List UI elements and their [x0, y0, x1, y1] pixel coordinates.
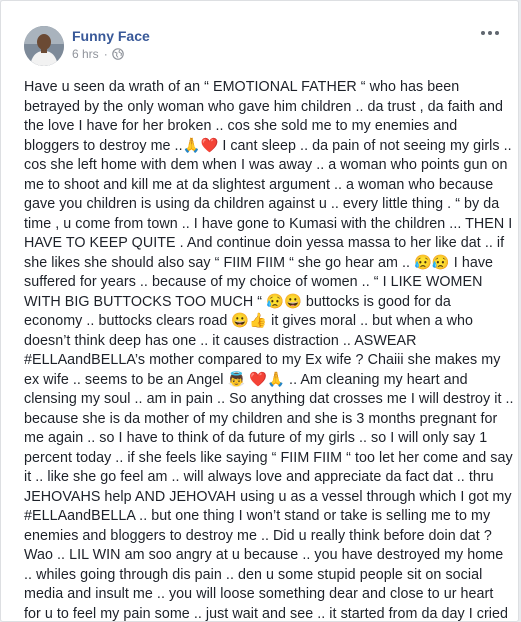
post-text-line: #ELLAandBELLA .. but one thing I won’t s…	[24, 508, 491, 524]
post-text-line: the love I have for her broken .. cos sh…	[24, 118, 458, 134]
post-text-line: economy .. buttocks clears road 😀👍 it gi…	[24, 313, 473, 329]
post-text-line: cos she left home with dem when I was aw…	[24, 157, 508, 173]
post-timestamp[interactable]: 6 hrs	[72, 47, 99, 61]
post-text-line: doesn’t think deep has one .. it causes …	[24, 332, 417, 349]
post-text-line: Wao .. LIL WIN am soo angry at u because…	[24, 547, 504, 563]
post-text-line: percent today .. if she feels like sayin…	[24, 449, 513, 466]
post-text-line: Have u seen da wrath of an “ EMOTIONAL F…	[24, 79, 460, 95]
profile-avatar-image	[24, 26, 64, 66]
post-text-line: media and insult me .. you will loose so…	[24, 586, 494, 602]
post-text-line: bloggers to destroy me ..🙏❤️ I cant slee…	[24, 137, 512, 154]
post-card: Funny Face 6 hrs · Have u seen da wrath …	[0, 0, 519, 622]
post-text-line: enemies and bloggers to destroy me .. Di…	[24, 527, 492, 544]
post-text-line: me again .. so I have to think of da fut…	[24, 430, 488, 446]
more-options-icon[interactable]	[478, 25, 502, 41]
post-text-line: time , u come from town .. I have gone t…	[24, 215, 513, 232]
post-text-line: because she is da mother of my children …	[24, 410, 498, 427]
post-text-line: #ELLAandBELLA’s mother compared to my Ex…	[24, 352, 501, 368]
post-text-line: HAVE TO KEEP QUITE . And continue doin y…	[24, 235, 505, 251]
post-text-line: clensing my soul .. am in pain .. So any…	[24, 391, 514, 407]
post-text-line: suffered for years .. because of my choi…	[24, 274, 483, 290]
post-text-line: she likes she should also say “ FIIM FII…	[24, 254, 494, 271]
post-meta: 6 hrs ·	[72, 47, 124, 61]
globe-icon[interactable]	[111, 48, 124, 60]
post-text-line: betrayed by the only woman who gave him …	[24, 98, 503, 115]
post-text-line: .. whiles going through dis pain .. den …	[24, 566, 483, 583]
post-text-line: WITH BIG BUTTOCKS TOO MUCH “ 😥😀 buttocks…	[24, 293, 451, 310]
meta-separator: ·	[103, 47, 108, 61]
author-name[interactable]: Funny Face	[72, 28, 150, 44]
post-text-line: JEHOVAHS help AND JEHOVAH using u as a v…	[24, 488, 512, 505]
post-text-line: for u to feel my pain some .. just wait …	[24, 605, 509, 622]
post-text: Have u seen da wrath of an “ EMOTIONAL F…	[24, 78, 514, 622]
post-text-line: me to shoot and kill me at da slightest …	[24, 176, 494, 193]
post-text-line: ex wife .. seems to be an Angel 👼 ❤️🙏 ..…	[24, 371, 468, 388]
avatar[interactable]	[24, 26, 64, 66]
post-header: Funny Face 6 hrs ·	[1, 1, 518, 67]
post-text-line: gave you children is using da children a…	[24, 196, 500, 212]
post-text-line: it .. like she go feel am .. will always…	[24, 469, 494, 485]
